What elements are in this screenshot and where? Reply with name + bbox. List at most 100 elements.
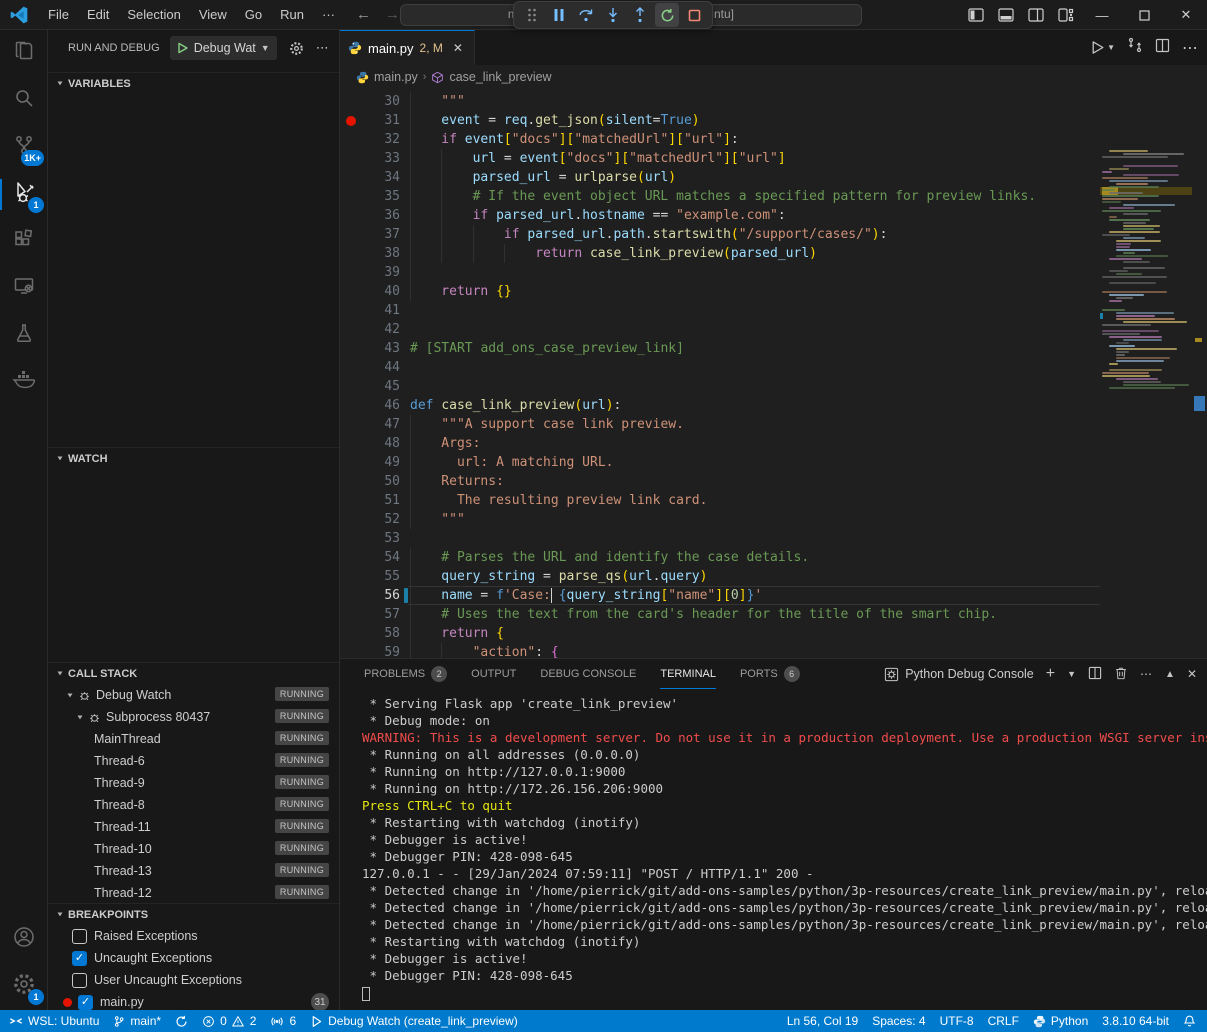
code-line-40[interactable]: 40 return {}: [340, 282, 1100, 301]
activity-explorer[interactable]: [0, 30, 48, 77]
checkbox-checked[interactable]: ✓: [72, 951, 87, 966]
status-sync-changes[interactable]: [168, 1010, 195, 1032]
breadcrumb[interactable]: main.py › case_link_preview: [340, 65, 1207, 89]
activity-settings[interactable]: 1: [0, 963, 48, 1010]
code-line-41[interactable]: 41: [340, 301, 1100, 320]
maximize-button[interactable]: [1123, 0, 1165, 30]
chevron-down-icon[interactable]: ▼: [1107, 43, 1115, 52]
status-git-branch[interactable]: main*: [106, 1010, 168, 1032]
checkbox-unchecked[interactable]: [72, 973, 87, 988]
panel-tab-terminal[interactable]: TERMINAL: [660, 659, 716, 689]
variables-section-header[interactable]: ▾ VARIABLES: [48, 72, 339, 94]
breakpoint-dot[interactable]: [346, 116, 356, 126]
activity-search[interactable]: [0, 77, 48, 124]
code-line-39[interactable]: 39: [340, 263, 1100, 282]
watch-section-header[interactable]: ▾ WATCH: [48, 447, 339, 469]
call-stack-row[interactable]: Thread-6RUNNING: [48, 750, 339, 772]
status-forwarded-ports[interactable]: 6: [263, 1010, 303, 1032]
panel-tab-ports[interactable]: PORTS6: [740, 659, 800, 689]
minimize-button[interactable]: —: [1081, 0, 1123, 30]
panel-more-actions-icon[interactable]: ⋯: [1140, 667, 1153, 681]
start-debug-icon[interactable]: [177, 42, 189, 54]
code-line-36[interactable]: 36 if parsed_url.hostname == "example.co…: [340, 206, 1100, 225]
code-line-48[interactable]: 48 Args:: [340, 434, 1100, 453]
call-stack-section-header[interactable]: ▾ CALL STACK: [48, 662, 339, 684]
call-stack-row[interactable]: Thread-12RUNNING: [48, 882, 339, 904]
code-line-55[interactable]: 55 query_string = parse_qs(url.query): [340, 567, 1100, 586]
status-language-mode[interactable]: Python: [1026, 1010, 1095, 1032]
code-line-52[interactable]: 52 """: [340, 510, 1100, 529]
toggle-sidebar-icon[interactable]: [961, 0, 991, 30]
launch-config-dropdown[interactable]: Debug Wat ▼: [170, 36, 277, 60]
close-panel-icon[interactable]: ✕: [1187, 667, 1197, 681]
code-line-51[interactable]: 51 The resulting preview link card.: [340, 491, 1100, 510]
status-warnings[interactable]: 2: [229, 1010, 264, 1032]
code-line-50[interactable]: 50 Returns:: [340, 472, 1100, 491]
code-line-49[interactable]: 49 url: A matching URL.: [340, 453, 1100, 472]
call-stack-row[interactable]: Thread-10RUNNING: [48, 838, 339, 860]
step-into-icon[interactable]: [601, 3, 625, 27]
code-line-59[interactable]: 59 "action": {: [340, 643, 1100, 658]
debug-settings-gear-icon[interactable]: [289, 41, 304, 56]
call-stack-row[interactable]: Thread-8RUNNING: [48, 794, 339, 816]
code-line-33[interactable]: 33 url = event["docs"]["matchedUrl"]["ur…: [340, 149, 1100, 168]
code-line-47[interactable]: 47 """A support case link preview.: [340, 415, 1100, 434]
code-line-54[interactable]: 54 # Parses the URL and identify the cas…: [340, 548, 1100, 567]
menu-selection[interactable]: Selection: [118, 0, 189, 30]
status-remote-indicator[interactable]: WSL: Ubuntu: [2, 1010, 106, 1032]
breakpoint-row[interactable]: User Uncaught Exceptions: [48, 969, 339, 991]
editor-more-actions-icon[interactable]: ⋯: [1182, 38, 1199, 58]
maximize-panel-icon[interactable]: ▲: [1165, 669, 1175, 680]
panel-tab-problems[interactable]: PROBLEMS2: [364, 659, 447, 689]
panel-tab-debug-console[interactable]: DEBUG CONSOLE: [540, 659, 636, 689]
nav-forward-icon[interactable]: →: [385, 6, 400, 23]
breakpoint-row[interactable]: ✓Uncaught Exceptions: [48, 947, 339, 969]
menu-run[interactable]: Run: [271, 0, 313, 30]
code-line-45[interactable]: 45: [340, 377, 1100, 396]
toggle-secondary-sidebar-icon[interactable]: [1021, 0, 1051, 30]
pause-icon[interactable]: [547, 3, 571, 27]
status-indentation[interactable]: Spaces: 4: [865, 1010, 932, 1032]
terminal-output[interactable]: * Serving Flask app 'create_link_preview…: [362, 695, 1192, 1001]
breadcrumb-file[interactable]: main.py: [374, 70, 418, 84]
status-cursor-position[interactable]: Ln 56, Col 19: [780, 1010, 865, 1032]
panel-tab-output[interactable]: OUTPUT: [471, 659, 516, 689]
code-line-56[interactable]: 56 name = f'Case: {query_string["name"][…: [340, 586, 1100, 605]
tab-main-py[interactable]: main.py 2, M ✕: [340, 30, 475, 65]
breakpoints-section-header[interactable]: ▾ BREAKPOINTS: [48, 903, 339, 925]
call-stack-row[interactable]: ▾Debug WatchRUNNING: [48, 684, 339, 706]
drag-grip-icon[interactable]: [520, 3, 544, 27]
code-line-43[interactable]: 43# [START add_ons_case_preview_link]: [340, 339, 1100, 358]
menu-go[interactable]: Go: [236, 0, 271, 30]
overview-ruler[interactable]: [1192, 89, 1207, 658]
step-over-icon[interactable]: [574, 3, 598, 27]
code-line-35[interactable]: 35 # If the event object URL matches a s…: [340, 187, 1100, 206]
activity-source-control[interactable]: 1K+: [0, 124, 48, 171]
call-stack-row[interactable]: Thread-13RUNNING: [48, 860, 339, 882]
kill-terminal-icon[interactable]: [1114, 666, 1128, 683]
customize-layout-icon[interactable]: [1051, 0, 1081, 30]
call-stack-row[interactable]: Thread-11RUNNING: [48, 816, 339, 838]
status-notifications[interactable]: [1176, 1010, 1203, 1032]
chevron-down-icon[interactable]: ▼: [1067, 669, 1076, 679]
restart-icon[interactable]: [655, 3, 679, 27]
status-eol[interactable]: CRLF: [981, 1010, 1026, 1032]
call-stack-row[interactable]: Thread-9RUNNING: [48, 772, 339, 794]
run-python-file-button[interactable]: ▼: [1090, 40, 1115, 55]
call-stack-row[interactable]: ▾Subprocess 80437RUNNING: [48, 706, 339, 728]
breakpoint-row[interactable]: Raised Exceptions: [48, 925, 339, 947]
activity-docker[interactable]: [0, 359, 48, 406]
checkbox-checked[interactable]: ✓: [78, 995, 93, 1010]
new-terminal-icon[interactable]: +: [1046, 665, 1055, 683]
step-out-icon[interactable]: [628, 3, 652, 27]
close-window-button[interactable]: ✕: [1165, 0, 1207, 30]
menu-file[interactable]: File: [39, 0, 78, 30]
code-line-42[interactable]: 42: [340, 320, 1100, 339]
activity-extensions[interactable]: [0, 218, 48, 265]
code-line-53[interactable]: 53: [340, 529, 1100, 548]
activity-run-and-debug[interactable]: 1: [0, 171, 48, 218]
code-line-38[interactable]: 38 return case_link_preview(parsed_url): [340, 244, 1100, 263]
menu-edit[interactable]: Edit: [78, 0, 118, 30]
code-line-37[interactable]: 37 if parsed_url.path.startswith("/suppo…: [340, 225, 1100, 244]
code-line-30[interactable]: 30 """: [340, 92, 1100, 111]
